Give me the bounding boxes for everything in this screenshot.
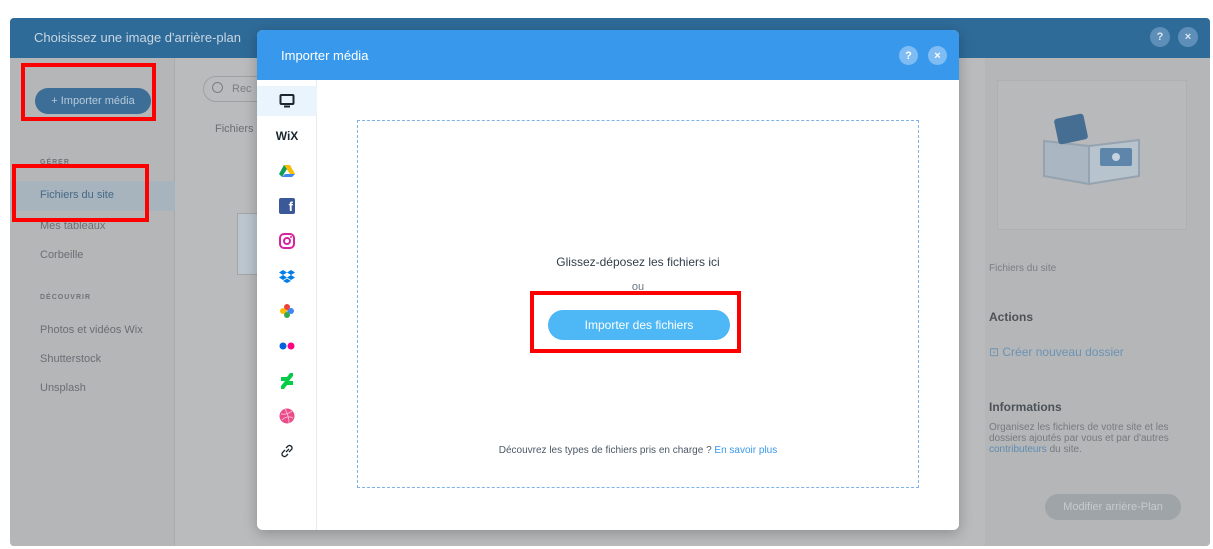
import-media-button[interactable]: + Importer média bbox=[35, 88, 151, 114]
supported-types-note: Découvrez les types de fichiers pris en … bbox=[358, 445, 918, 456]
sidebar-item-unsplash[interactable]: Unsplash bbox=[40, 382, 86, 394]
sidebar-item-trash[interactable]: Corbeille bbox=[40, 249, 83, 261]
learn-more-link[interactable]: En savoir plus bbox=[714, 445, 777, 456]
modify-background-button[interactable]: Modifier arrière-Plan bbox=[1045, 494, 1181, 520]
sidebar-item-shutterstock[interactable]: Shutterstock bbox=[40, 353, 101, 365]
info-heading: Informations bbox=[989, 400, 1062, 414]
actions-heading: Actions bbox=[989, 310, 1034, 324]
site-files-label: Fichiers du site bbox=[989, 263, 1057, 274]
link-icon[interactable] bbox=[257, 436, 317, 466]
help-icon[interactable]: ? bbox=[1150, 27, 1170, 47]
new-folder-icon: ⊡ bbox=[989, 345, 1003, 359]
tab-files[interactable]: Fichiers bbox=[215, 123, 254, 135]
modal-content: Glissez-déposez les fichiers ici ou Impo… bbox=[317, 80, 959, 530]
folder-illustration-icon bbox=[1043, 113, 1140, 186]
sidebar-item-site-files[interactable]: Fichiers du site bbox=[40, 189, 114, 201]
flickr-icon[interactable] bbox=[257, 331, 317, 361]
supported-types-text: Découvrez les types de fichiers pris en … bbox=[498, 445, 715, 456]
google-photos-icon[interactable] bbox=[257, 296, 317, 326]
modal-header: Importer média ? × bbox=[257, 30, 959, 80]
search-placeholder: Rec bbox=[232, 83, 252, 95]
top-cropped-area bbox=[0, 0, 1213, 18]
background-dialog-title: Choisissez une image d'arrière-plan bbox=[34, 30, 241, 45]
sidebar-item-wix-media[interactable]: Photos et vidéos Wix bbox=[40, 324, 143, 336]
facebook-icon[interactable]: f bbox=[257, 191, 317, 221]
computer-icon[interactable] bbox=[257, 86, 317, 116]
drop-text: Glissez-déposez les fichiers ici bbox=[556, 255, 720, 269]
info-paragraph: Organisez les fichiers de votre site et … bbox=[989, 422, 1199, 455]
dropbox-icon[interactable] bbox=[257, 261, 317, 291]
drop-zone[interactable]: Glissez-déposez les fichiers ici ou Impo… bbox=[357, 120, 919, 488]
import-media-modal: Importer média ? × WiX f Glissez-déposez… bbox=[257, 30, 959, 530]
close-icon[interactable]: × bbox=[1178, 27, 1198, 47]
background-sidebar: + Importer média GÉRER Fichiers du site … bbox=[10, 58, 175, 546]
modal-title: Importer média bbox=[281, 48, 369, 63]
background-info-panel: Fichiers du site Actions ⊡ Créer nouveau… bbox=[985, 58, 1210, 546]
info-text-end: du site. bbox=[1046, 444, 1082, 455]
create-folder-link[interactable]: ⊡ Créer nouveau dossier bbox=[989, 345, 1124, 359]
wix-logo-text: WiX bbox=[275, 129, 299, 143]
section-manage-label: GÉRER bbox=[40, 159, 70, 166]
wix-icon[interactable]: WiX bbox=[257, 121, 317, 151]
modal-close-icon[interactable]: × bbox=[928, 46, 947, 65]
import-files-button[interactable]: Importer des fichiers bbox=[548, 310, 730, 340]
facebook-glyph: f bbox=[279, 198, 295, 214]
section-discover-label: DÉCOUVRIR bbox=[40, 294, 92, 301]
contributors-link[interactable]: contributeurs bbox=[989, 444, 1047, 455]
modal-help-icon[interactable]: ? bbox=[899, 46, 918, 65]
instagram-icon[interactable] bbox=[257, 226, 317, 256]
sidebar-item-my-boards[interactable]: Mes tableaux bbox=[40, 220, 105, 232]
or-text: ou bbox=[631, 281, 645, 293]
source-sidebar: WiX f bbox=[257, 80, 317, 530]
deviantart-icon[interactable] bbox=[257, 366, 317, 396]
search-icon bbox=[212, 82, 223, 93]
dribbble-icon[interactable] bbox=[257, 401, 317, 431]
site-files-illustration bbox=[997, 80, 1187, 230]
info-text-start: Organisez les fichiers de votre site et … bbox=[989, 422, 1169, 444]
create-folder-text: Créer nouveau dossier bbox=[1002, 345, 1124, 359]
google-drive-icon[interactable] bbox=[257, 156, 317, 186]
